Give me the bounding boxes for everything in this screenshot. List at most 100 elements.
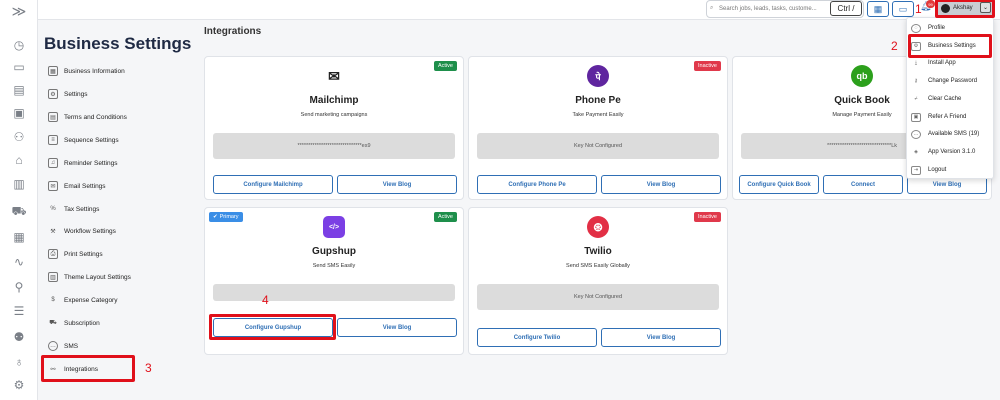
annotation-label-2: 2	[891, 39, 898, 53]
api-key-field: Key Not Configured	[477, 284, 719, 310]
gift-icon: ▣	[911, 112, 921, 122]
sidebar-item-terms[interactable]: ▤ Terms and Conditions	[48, 110, 127, 124]
sidebar-item-reminder[interactable]: ♫ Reminder Settings	[48, 156, 117, 170]
download-icon: ⤓	[914, 60, 918, 66]
key-icon: ⚷	[914, 78, 918, 84]
status-badge: Inactive	[694, 212, 721, 222]
building-icon: ▦	[48, 66, 58, 76]
search-icon: ⌕	[710, 5, 714, 11]
search-placeholder: Search jobs, leads, tasks, custome...	[719, 6, 817, 12]
network-icon[interactable]: ⚲	[10, 280, 28, 294]
settings-flow-icon[interactable]: ⚙	[10, 378, 28, 392]
status-badge: Active	[434, 212, 457, 222]
menu-item-profile[interactable]: ◌ Profile	[911, 22, 945, 34]
integration-description: Send marketing campaigns	[300, 112, 368, 118]
dashboard-icon[interactable]: ◷	[10, 38, 28, 52]
configure-phonepe-button[interactable]: Configure Phone Pe	[477, 175, 597, 194]
screen-icon: ▭	[898, 3, 908, 14]
twilio-logo-icon: ⊛	[587, 216, 609, 238]
wrench-icon: ⚒	[50, 228, 56, 235]
primary-badge: ✔ Primary	[209, 212, 243, 222]
integration-card-mailchimp: Active ✉ Mailchimp Send marketing campai…	[204, 56, 464, 200]
integration-name: Twilio	[584, 246, 612, 257]
broom-icon: ⌿	[914, 96, 918, 102]
annotation-box-4	[209, 314, 336, 340]
api-key-field: Key Not Configured	[477, 133, 719, 159]
status-badge: Inactive	[694, 61, 721, 71]
integration-name: Phone Pe	[575, 95, 621, 106]
menu-item-change-password[interactable]: ⚷ Change Password	[911, 75, 977, 87]
sidebar-item-subscription[interactable]: ⛟ Subscription	[48, 316, 100, 330]
profile-icon: ◌	[911, 23, 921, 33]
integration-card-twilio: Inactive ⊛ Twilio Send SMS Easily Global…	[468, 207, 728, 355]
document-icon: ▤	[48, 112, 58, 122]
annotation-label-4: 4	[262, 293, 269, 307]
cart-icon[interactable]: ⛟	[10, 204, 28, 219]
add-user-icon[interactable]: ⚉	[10, 330, 28, 344]
sidebar-item-settings[interactable]: ⚙ Settings	[48, 87, 88, 101]
list-icon[interactable]: ☰	[10, 304, 28, 318]
menu-item-refer-friend[interactable]: ▣ Refer A Friend	[911, 111, 966, 123]
sidebar-item-sms[interactable]: … SMS	[48, 339, 78, 353]
integration-name: Mailchimp	[309, 95, 359, 106]
view-blog-button[interactable]: View Blog	[337, 175, 457, 194]
layout-icon: ▥	[48, 272, 58, 282]
inbox-icon[interactable]: ▭	[10, 60, 28, 74]
menu-item-logout[interactable]: ⇥ Logout	[911, 164, 946, 176]
integration-description: Send SMS Easily	[312, 263, 356, 269]
sidebar-item-email[interactable]: ✉ Email Settings	[48, 179, 106, 193]
document-icon[interactable]: ▤	[10, 83, 28, 97]
integration-card-phonepe: Inactive पे Phone Pe Take Payment Easily…	[468, 56, 728, 200]
phonepe-logo-icon: पे	[587, 65, 609, 87]
layers-icon: ◈	[914, 149, 918, 155]
configure-twilio-button[interactable]: Configure Twilio	[477, 328, 597, 347]
annotation-box-3	[41, 355, 135, 382]
view-blog-button[interactable]: View Blog	[337, 318, 457, 337]
money-bag-icon[interactable]: ♁	[10, 355, 28, 369]
sidebar-item-expense[interactable]: $ Expense Category	[48, 293, 117, 307]
sms-icon: …	[48, 341, 58, 351]
view-blog-button[interactable]: View Blog	[601, 175, 721, 194]
status-badge: Active	[434, 61, 457, 71]
bell-icon: ♫	[48, 158, 58, 168]
connect-button[interactable]: Connect	[823, 175, 903, 194]
screen-button[interactable]: ▭	[892, 1, 914, 17]
printer-icon: ⎙	[48, 249, 58, 259]
annotation-box-2	[908, 34, 992, 58]
menu-item-available-sms[interactable]: … Available SMS (19)	[911, 128, 979, 140]
section-title: Integrations	[204, 26, 262, 37]
annotation-label-3: 3	[145, 361, 152, 375]
integration-description: Take Payment Easily	[572, 112, 624, 118]
sliders-icon: ≡	[48, 135, 58, 145]
chart-icon[interactable]: ∿	[10, 255, 28, 269]
sidebar-item-workflow[interactable]: ⚒ Workflow Settings	[48, 224, 116, 238]
logout-icon: ⇥	[911, 165, 921, 175]
sidebar-item-theme-layout[interactable]: ▥ Theme Layout Settings	[48, 270, 131, 284]
expand-icon[interactable]: ≫	[10, 3, 28, 19]
report-icon[interactable]: ▦	[10, 230, 28, 244]
annotation-label-1: 1	[915, 2, 922, 16]
view-blog-button[interactable]: View Blog	[601, 328, 721, 347]
page-title: Business Settings	[44, 34, 192, 53]
sidebar-item-tax[interactable]: % Tax Settings	[48, 202, 99, 216]
menu-item-install-app[interactable]: ⤓ Install App	[911, 57, 956, 69]
gupshup-logo-icon: </>	[323, 216, 345, 238]
check-circle-icon: ✔	[213, 214, 218, 220]
users-icon[interactable]: ⚇	[10, 130, 28, 144]
calculator-icon: ▦	[873, 3, 883, 14]
configure-mailchimp-button[interactable]: Configure Mailchimp	[213, 175, 333, 194]
annotation-box-1	[935, 0, 995, 18]
mailchimp-logo-icon: ✉	[328, 67, 340, 84]
sidebar-item-print[interactable]: ⎙ Print Settings	[48, 247, 103, 261]
calculator-button[interactable]: ▦	[867, 1, 889, 17]
clipboard-icon[interactable]: ▥	[10, 177, 28, 191]
store-icon[interactable]: ⌂	[10, 153, 28, 167]
configure-quickbook-button[interactable]: Configure Quick Book	[739, 175, 819, 194]
search-shortcut: Ctrl /	[830, 1, 862, 16]
sidebar-item-business-information[interactable]: ▦ Business Information	[48, 64, 125, 78]
wallet-icon[interactable]: ▣	[10, 106, 28, 120]
menu-item-clear-cache[interactable]: ⌿ Clear Cache	[911, 93, 961, 105]
integration-description: Send SMS Easily Globally	[566, 263, 630, 269]
mail-icon: ✉	[48, 181, 58, 191]
sidebar-item-sequence[interactable]: ≡ Sequence Settings	[48, 133, 119, 147]
